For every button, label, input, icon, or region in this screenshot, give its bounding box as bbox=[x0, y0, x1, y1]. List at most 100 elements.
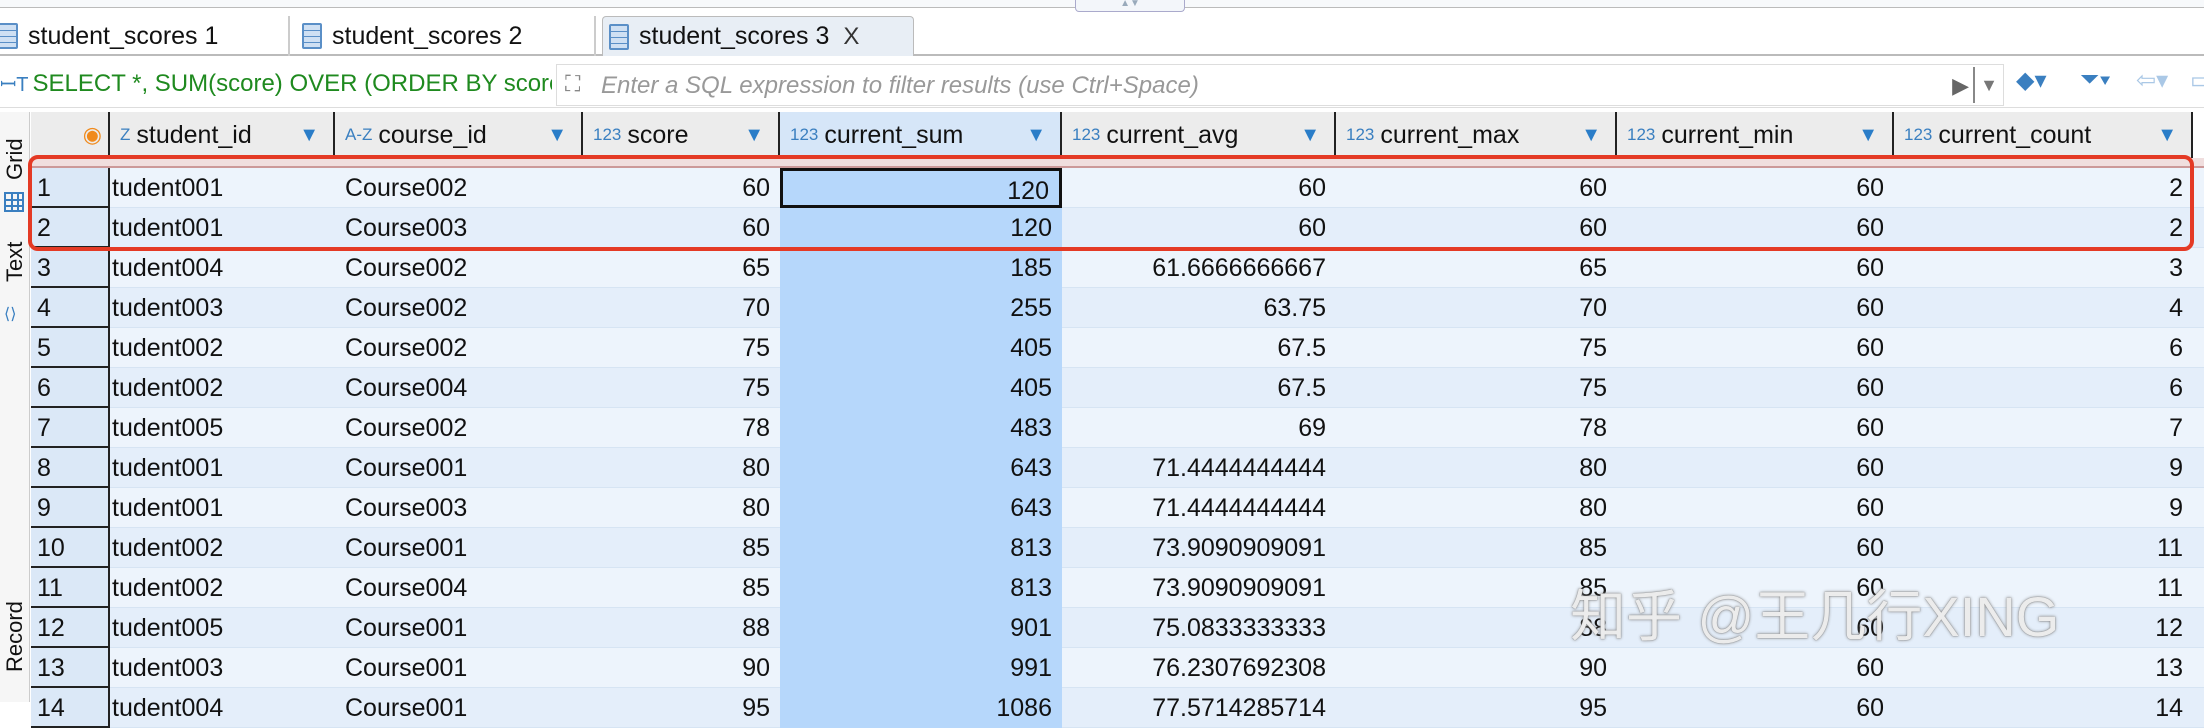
close-tab-button[interactable]: X bbox=[843, 23, 859, 51]
row-number[interactable]: 1 bbox=[31, 168, 110, 208]
cell-current-max[interactable]: 90 bbox=[1336, 648, 1617, 688]
cell-current-sum[interactable]: 643 bbox=[780, 488, 1062, 528]
cell-current-min[interactable]: 60 bbox=[1617, 688, 1894, 728]
cell-current-avg[interactable]: 71.4444444444 bbox=[1062, 488, 1336, 528]
cell-current-count[interactable]: 9 bbox=[1894, 448, 2193, 488]
cell-current-min[interactable]: 60 bbox=[1617, 528, 1894, 568]
filter-history-dropdown[interactable]: ▼ bbox=[1973, 67, 2003, 103]
cell-current-count[interactable]: 6 bbox=[1894, 368, 2193, 408]
cell-current-min[interactable]: 60 bbox=[1617, 408, 1894, 448]
cell-score[interactable]: 85 bbox=[583, 528, 780, 568]
cell-current-count[interactable]: 2 bbox=[1894, 168, 2193, 208]
cell-student-id[interactable]: tudent004 bbox=[110, 688, 335, 728]
cell-current-min[interactable]: 60 bbox=[1617, 248, 1894, 288]
cell-student-id[interactable]: tudent002 bbox=[110, 368, 335, 408]
row-number[interactable]: 5 bbox=[31, 328, 110, 368]
cell-current-count[interactable]: 2 bbox=[1894, 208, 2193, 248]
cell-current-sum[interactable]: 120 bbox=[780, 168, 1062, 208]
back-icon[interactable]: ⇦▾ bbox=[2136, 66, 2168, 95]
row-number[interactable]: 10 bbox=[31, 528, 110, 568]
cell-course-id[interactable]: Course004 bbox=[335, 368, 583, 408]
apply-filter-icon[interactable]: ▶ bbox=[1952, 73, 1969, 99]
row-number[interactable]: 7 bbox=[31, 408, 110, 448]
cell-current-count[interactable]: 3 bbox=[1894, 248, 2193, 288]
row-number[interactable]: 8 bbox=[31, 448, 110, 488]
cell-current-avg[interactable]: 73.9090909091 bbox=[1062, 568, 1336, 608]
table-row[interactable]: 8 tudent001 Course001 80 643 71.4444444444 80 6… bbox=[31, 448, 2204, 488]
column-header-course-id[interactable]: A-Z course_id ▼ bbox=[335, 112, 583, 158]
row-number[interactable]: 13 bbox=[31, 648, 110, 688]
cell-student-id[interactable]: tudent001 bbox=[110, 448, 335, 488]
cell-current-min[interactable]: 60 bbox=[1617, 448, 1894, 488]
cell-student-id[interactable]: tudent002 bbox=[110, 528, 335, 568]
table-row[interactable]: 6 tudent002 Course004 75 405 67.5 75 60 6 bbox=[31, 368, 2204, 408]
cell-current-avg[interactable]: 67.5 bbox=[1062, 328, 1336, 368]
cell-course-id[interactable]: Course002 bbox=[335, 328, 583, 368]
table-row[interactable]: 5 tudent002 Course002 75 405 67.5 75 60 6 bbox=[31, 328, 2204, 368]
tab-student-scores-3[interactable]: student_scores 3 X bbox=[602, 16, 914, 56]
row-number[interactable]: 14 bbox=[31, 688, 110, 728]
cell-current-sum[interactable]: 405 bbox=[780, 368, 1062, 408]
cell-student-id[interactable]: tudent005 bbox=[110, 608, 335, 648]
cell-student-id[interactable]: tudent002 bbox=[110, 328, 335, 368]
cell-course-id[interactable]: Course002 bbox=[335, 288, 583, 328]
sort-dropdown-icon[interactable]: ▼ bbox=[744, 124, 764, 147]
sort-dropdown-icon[interactable]: ▼ bbox=[547, 124, 567, 147]
cell-student-id[interactable]: tudent004 bbox=[110, 248, 335, 288]
table-row[interactable]: 13 tudent003 Course001 90 991 76.2307692308 90… bbox=[31, 648, 2204, 688]
table-row[interactable]: 3 tudent004 Course002 65 185 61.6666666667 65 6… bbox=[31, 248, 2204, 288]
cell-current-max[interactable]: 70 bbox=[1336, 288, 1617, 328]
cell-current-max[interactable]: 75 bbox=[1336, 328, 1617, 368]
cell-current-max[interactable]: 60 bbox=[1336, 208, 1617, 248]
cell-current-count[interactable]: 6 bbox=[1894, 328, 2193, 368]
cell-current-avg[interactable]: 63.75 bbox=[1062, 288, 1336, 328]
cell-current-avg[interactable]: 75.0833333333 bbox=[1062, 608, 1336, 648]
tab-student-scores-1[interactable]: student_scores 1 bbox=[0, 16, 290, 56]
column-header-current-min[interactable]: 123 current_min ▼ bbox=[1617, 112, 1894, 158]
cell-course-id[interactable]: Course002 bbox=[335, 168, 583, 208]
table-row[interactable]: 1 tudent001 Course002 60 120 60 60 60 2 bbox=[31, 168, 2204, 208]
sort-dropdown-icon[interactable]: ▼ bbox=[1858, 124, 1878, 147]
table-row[interactable]: 4 tudent003 Course002 70 255 63.75 70 60 4 bbox=[31, 288, 2204, 328]
sort-dropdown-icon[interactable]: ▼ bbox=[1026, 124, 1046, 147]
cell-current-count[interactable]: 13 bbox=[1894, 648, 2193, 688]
cell-student-id[interactable]: tudent002 bbox=[110, 568, 335, 608]
cell-current-sum[interactable]: 813 bbox=[780, 568, 1062, 608]
cell-current-max[interactable]: 85 bbox=[1336, 528, 1617, 568]
cell-score[interactable]: 70 bbox=[583, 288, 780, 328]
row-number[interactable]: 6 bbox=[31, 368, 110, 408]
cell-score[interactable]: 75 bbox=[583, 368, 780, 408]
cell-course-id[interactable]: Course002 bbox=[335, 248, 583, 288]
cell-current-max[interactable]: 80 bbox=[1336, 488, 1617, 528]
tab-student-scores-2[interactable]: student_scores 2 bbox=[296, 16, 596, 56]
cell-current-avg[interactable]: 77.5714285714 bbox=[1062, 688, 1336, 728]
cell-current-max[interactable]: 65 bbox=[1336, 248, 1617, 288]
cell-score[interactable]: 90 bbox=[583, 648, 780, 688]
cell-current-sum[interactable]: 405 bbox=[780, 328, 1062, 368]
cell-current-max[interactable]: 60 bbox=[1336, 168, 1617, 208]
sort-dropdown-icon[interactable]: ▼ bbox=[2157, 124, 2177, 147]
cell-score[interactable]: 85 bbox=[583, 568, 780, 608]
cell-current-min[interactable]: 60 bbox=[1617, 488, 1894, 528]
cell-score[interactable]: 80 bbox=[583, 488, 780, 528]
row-number[interactable]: 9 bbox=[31, 488, 110, 528]
panel-toggle[interactable]: ▲▼ bbox=[1075, 0, 1185, 12]
cell-current-sum[interactable]: 483 bbox=[780, 408, 1062, 448]
cell-score[interactable]: 78 bbox=[583, 408, 780, 448]
cell-current-max[interactable]: 78 bbox=[1336, 408, 1617, 448]
cell-student-id[interactable]: tudent003 bbox=[110, 648, 335, 688]
cell-course-id[interactable]: Course001 bbox=[335, 608, 583, 648]
expand-icon[interactable]: ⛶ bbox=[565, 71, 580, 97]
cell-current-avg[interactable]: 71.4444444444 bbox=[1062, 448, 1336, 488]
cell-course-id[interactable]: Course003 bbox=[335, 488, 583, 528]
filter-input[interactable]: ⛶ Enter a SQL expression to filter resul… bbox=[556, 64, 2004, 106]
cell-current-avg[interactable]: 60 bbox=[1062, 208, 1336, 248]
cell-student-id[interactable]: tudent001 bbox=[110, 208, 335, 248]
table-row[interactable]: 14 tudent004 Course001 95 1086 77.5714285714 9… bbox=[31, 688, 2204, 728]
column-header-current-max[interactable]: 123 current_max ▼ bbox=[1336, 112, 1617, 158]
cell-current-sum[interactable]: 991 bbox=[780, 648, 1062, 688]
cell-score[interactable]: 88 bbox=[583, 608, 780, 648]
row-number[interactable]: 11 bbox=[31, 568, 110, 608]
cell-current-sum[interactable]: 901 bbox=[780, 608, 1062, 648]
cell-current-sum[interactable]: 643 bbox=[780, 448, 1062, 488]
